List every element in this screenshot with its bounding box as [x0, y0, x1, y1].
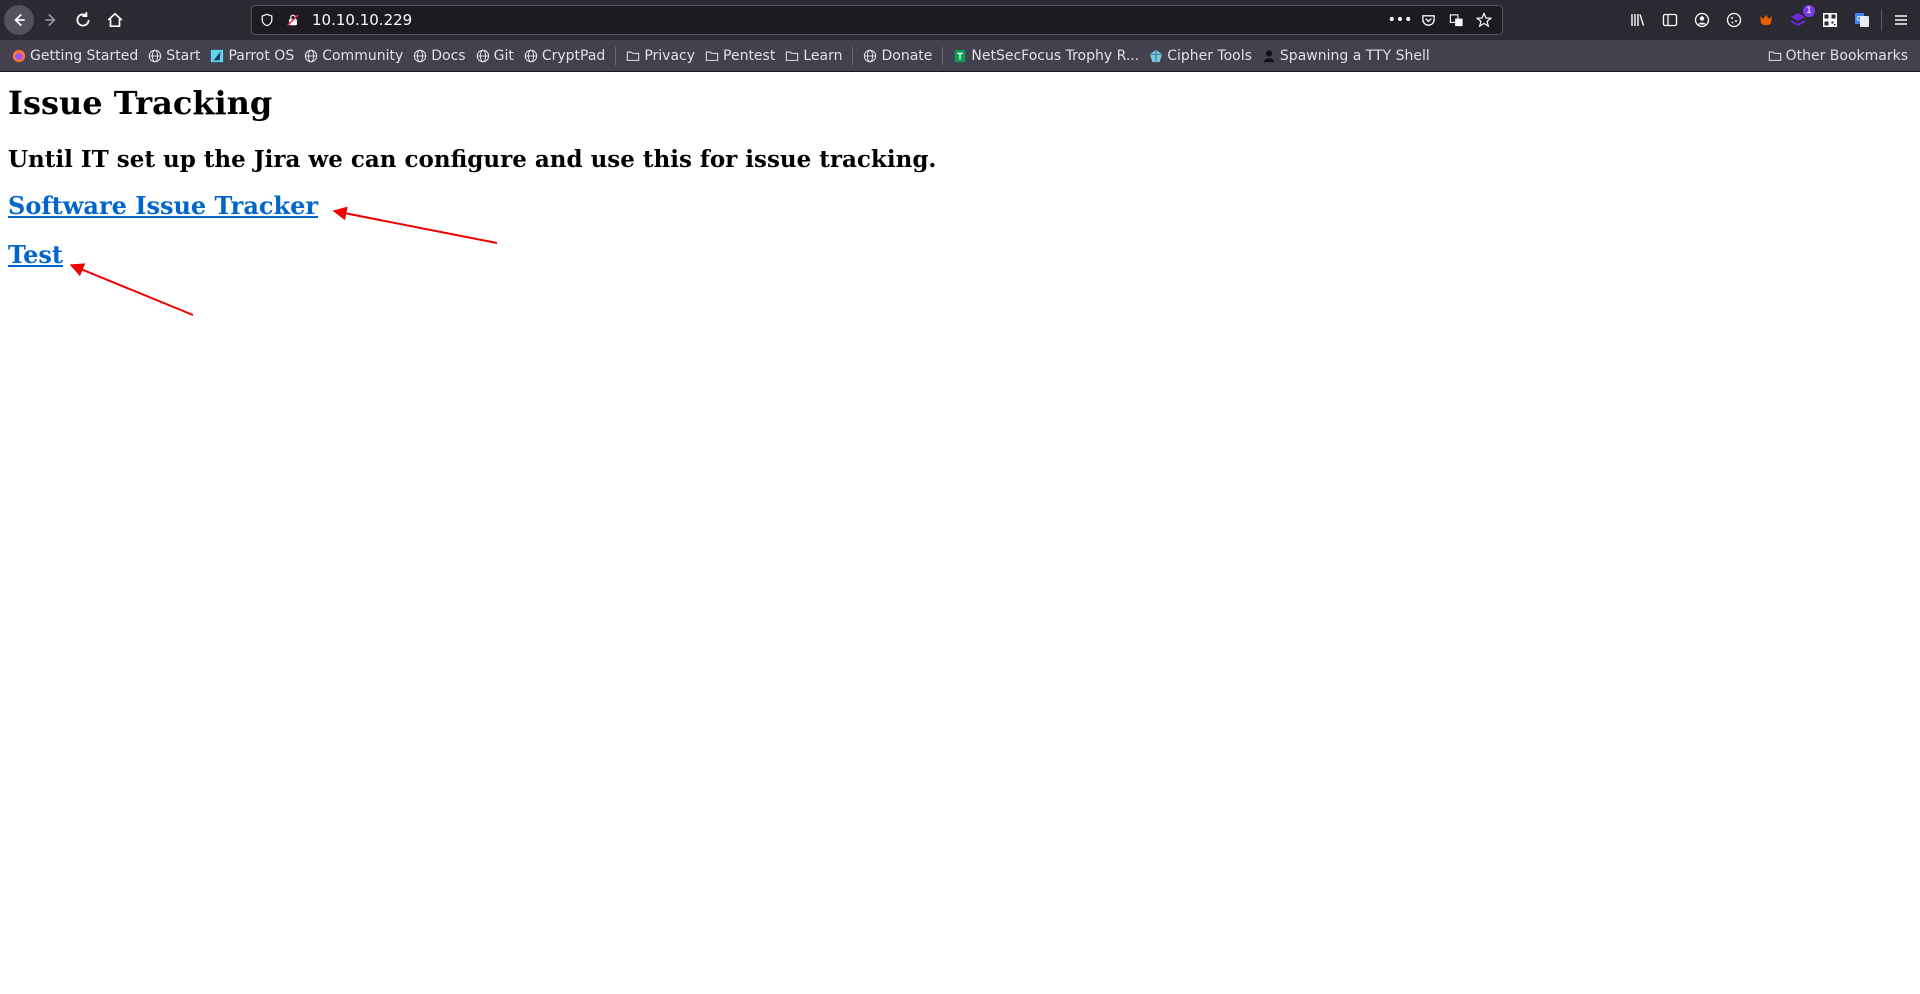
folder-icon — [626, 49, 640, 63]
globe-icon — [524, 49, 538, 63]
address-bar[interactable]: 10.10.10.229 ••• — [251, 5, 1503, 35]
bookmark-start[interactable]: Start — [148, 48, 200, 64]
home-icon — [107, 12, 123, 28]
toolbar-extensions: 1 G — [1625, 0, 1914, 40]
bookmark-git[interactable]: Git — [476, 48, 514, 64]
bookmark-label: Parrot OS — [228, 47, 295, 64]
bookmark-label: Getting Started — [30, 47, 139, 64]
globe-icon — [476, 49, 490, 63]
folder-icon — [785, 49, 799, 63]
bookmark-label: Start — [166, 47, 201, 64]
toolbar-separator — [1881, 9, 1882, 31]
bookmark-label: Other Bookmarks — [1785, 47, 1908, 64]
bookmark-separator — [852, 46, 854, 65]
bookmark-cipher-tools[interactable]: Cipher Tools — [1149, 48, 1252, 64]
bookmark-separator — [615, 46, 617, 65]
page-subtitle: Until IT set up the Jira we can configur… — [8, 146, 937, 173]
firefox-icon — [12, 49, 26, 63]
shell-icon — [1262, 49, 1276, 63]
sidebar-icon[interactable] — [1657, 7, 1683, 33]
forward-button[interactable] — [36, 5, 66, 35]
cookie-editor-icon[interactable] — [1721, 7, 1747, 33]
bookmark-label: Privacy — [644, 47, 696, 64]
page-actions-menu-icon[interactable]: ••• — [1388, 10, 1413, 30]
qr-code-icon[interactable] — [1817, 7, 1843, 33]
back-button[interactable] — [4, 5, 34, 35]
bookmark-getting-started[interactable]: Getting Started — [12, 48, 138, 64]
insecure-lock-icon[interactable] — [282, 13, 304, 27]
test-link[interactable]: Test — [8, 240, 63, 269]
parrot-icon — [210, 49, 224, 63]
sheets-icon — [953, 49, 967, 63]
reload-icon — [76, 12, 90, 27]
hamburger-menu-icon[interactable] — [1888, 7, 1914, 33]
bookmark-star-icon[interactable] — [1474, 10, 1494, 30]
bookmark-netsecfocus[interactable]: NetSecFocus Trophy R... — [953, 48, 1139, 64]
bookmark-community[interactable]: Community — [304, 48, 403, 64]
software-issue-tracker-link[interactable]: Software Issue Tracker — [8, 191, 318, 220]
folder-icon — [705, 49, 719, 63]
page-content: Issue Tracking Until IT set up the Jira … — [0, 72, 1920, 316]
bookmark-label: Donate — [881, 47, 933, 64]
forward-arrow-icon — [45, 13, 56, 27]
globe-icon — [413, 49, 427, 63]
bookmark-docs[interactable]: Docs — [413, 47, 466, 64]
translate-icon[interactable] — [1446, 10, 1466, 30]
bookmark-label: Cipher Tools — [1167, 47, 1252, 64]
bookmark-cryptpad[interactable]: CryptPad — [524, 48, 605, 64]
bookmark-label: Learn — [803, 47, 843, 64]
pocket-icon[interactable] — [1418, 10, 1438, 30]
bookmark-label: Docs — [431, 47, 466, 64]
bookmark-parrot-os[interactable]: Parrot OS — [210, 48, 294, 64]
globe-icon — [148, 49, 162, 63]
extension-badge: 1 — [1803, 5, 1815, 17]
bookmark-label: Pentest — [723, 47, 776, 64]
link-list: Software Issue Tracker Test — [8, 191, 1912, 289]
home-button[interactable] — [100, 5, 130, 35]
bookmark-label: Git — [493, 47, 514, 64]
browser-toolbar: 10.10.10.229 ••• 1 G — [0, 0, 1920, 40]
bookmark-tty-shell[interactable]: Spawning a TTY Shell — [1262, 48, 1430, 64]
foxyproxy-icon[interactable] — [1753, 7, 1779, 33]
bookmark-folder-learn[interactable]: Learn — [785, 48, 842, 64]
bookmark-other-bookmarks[interactable]: Other Bookmarks — [1768, 40, 1908, 71]
page-title: Issue Tracking — [8, 84, 273, 122]
account-icon[interactable] — [1689, 7, 1715, 33]
globe-icon — [304, 49, 318, 63]
bookmarks-bar: Getting Started Start Parrot OS Communit… — [0, 40, 1920, 72]
url-text[interactable]: 10.10.10.229 — [312, 11, 1390, 29]
svg-text:G: G — [1857, 15, 1862, 23]
bookmark-folder-pentest[interactable]: Pentest — [705, 48, 775, 64]
bookmark-label: Spawning a TTY Shell — [1279, 47, 1430, 64]
bookmark-label: Community — [322, 47, 404, 64]
cipher-icon — [1149, 49, 1163, 63]
reload-button[interactable] — [68, 5, 98, 35]
globe-icon — [863, 49, 877, 63]
bookmark-separator — [942, 46, 944, 65]
back-arrow-icon — [14, 13, 25, 27]
folder-icon — [1768, 49, 1782, 63]
bookmark-folder-privacy[interactable]: Privacy — [626, 48, 695, 64]
bookmark-label: NetSecFocus Trophy R... — [971, 47, 1140, 64]
tracking-shield-icon[interactable] — [256, 13, 278, 27]
wappalyzer-icon[interactable]: 1 — [1785, 5, 1815, 33]
bookmark-label: CryptPad — [541, 47, 606, 64]
bookmark-donate[interactable]: Donate — [863, 48, 932, 64]
library-icon[interactable] — [1625, 7, 1651, 33]
google-translate-icon[interactable]: G — [1849, 7, 1875, 33]
